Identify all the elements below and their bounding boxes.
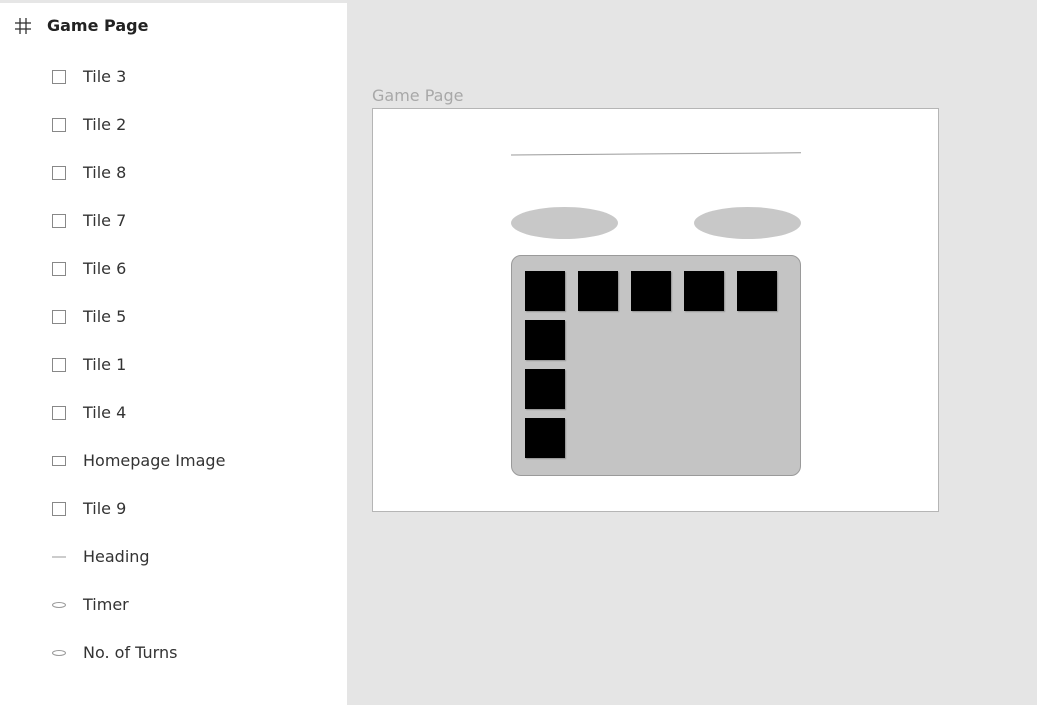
layer-item-label: Tile 1: [83, 355, 127, 374]
tile-shape[interactable]: [525, 418, 565, 458]
layer-item-homepage-image[interactable]: Homepage Image: [0, 437, 347, 485]
tile-shape[interactable]: [525, 271, 565, 311]
layer-item-tile-3[interactable]: Tile 3: [0, 53, 347, 101]
layer-item-label: Tile 6: [83, 259, 127, 278]
layer-item-label: Tile 8: [83, 163, 127, 182]
layer-item-tile-1[interactable]: Tile 1: [0, 341, 347, 389]
layer-item-tile-4[interactable]: Tile 4: [0, 389, 347, 437]
ellipse-icon: [52, 602, 66, 608]
layer-item-heading[interactable]: Heading: [0, 533, 347, 581]
ellipse-icon: [52, 650, 66, 656]
rectangle-icon: [52, 262, 66, 276]
tile-shape[interactable]: [525, 369, 565, 409]
rectangle-icon: [52, 70, 66, 84]
tile-shape[interactable]: [631, 271, 671, 311]
layer-item-timer[interactable]: Timer: [0, 581, 347, 629]
layer-item-label: Heading: [83, 547, 150, 566]
frame-hash-icon: [15, 18, 31, 34]
layer-item-label: Tile 5: [83, 307, 127, 326]
image-rectangle-icon: [52, 456, 66, 466]
design-canvas[interactable]: Game Page: [347, 0, 1037, 705]
frame-title-label[interactable]: Game Page: [372, 86, 463, 106]
heading-line-shape[interactable]: [511, 152, 801, 156]
rectangle-icon: [52, 166, 66, 180]
layer-item-label: Tile 7: [83, 211, 127, 230]
tile-shape[interactable]: [578, 271, 618, 311]
rectangle-icon: [52, 406, 66, 420]
design-editor: Game Page Tile 3 Tile 2 Tile 8 Tile 7 Ti…: [0, 0, 1037, 705]
layer-item-label: Tile 3: [83, 67, 127, 86]
frame-layer-label: Game Page: [47, 16, 149, 35]
rectangle-icon: [52, 118, 66, 132]
line-icon: [52, 556, 66, 558]
layer-item-tile-2[interactable]: Tile 2: [0, 101, 347, 149]
homepage-image-board[interactable]: [511, 255, 801, 476]
rectangle-icon: [52, 214, 66, 228]
layer-list: Tile 3 Tile 2 Tile 8 Tile 7 Tile 6 Tile …: [0, 53, 347, 677]
layer-item-label: Tile 4: [83, 403, 127, 422]
layer-item-tile-5[interactable]: Tile 5: [0, 293, 347, 341]
rectangle-icon: [52, 502, 66, 516]
layer-item-label: Tile 2: [83, 115, 127, 134]
tile-shape[interactable]: [737, 271, 777, 311]
layer-item-tile-8[interactable]: Tile 8: [0, 149, 347, 197]
timer-ellipse[interactable]: [511, 207, 618, 239]
tile-shape[interactable]: [684, 271, 724, 311]
layer-item-label: Timer: [83, 595, 129, 614]
no-of-turns-ellipse[interactable]: [694, 207, 801, 239]
layer-item-label: Homepage Image: [83, 451, 226, 470]
layer-item-tile-6[interactable]: Tile 6: [0, 245, 347, 293]
layer-frame-game-page[interactable]: Game Page: [0, 11, 347, 41]
layers-panel: Game Page Tile 3 Tile 2 Tile 8 Tile 7 Ti…: [0, 0, 347, 705]
layer-item-no-of-turns[interactable]: No. of Turns: [0, 629, 347, 677]
rectangle-icon: [52, 310, 66, 324]
game-page-frame[interactable]: [372, 108, 939, 512]
layer-item-tile-9[interactable]: Tile 9: [0, 485, 347, 533]
layer-item-label: No. of Turns: [83, 643, 178, 662]
layer-item-label: Tile 9: [83, 499, 127, 518]
layer-item-tile-7[interactable]: Tile 7: [0, 197, 347, 245]
tile-shape[interactable]: [525, 320, 565, 360]
rectangle-icon: [52, 358, 66, 372]
